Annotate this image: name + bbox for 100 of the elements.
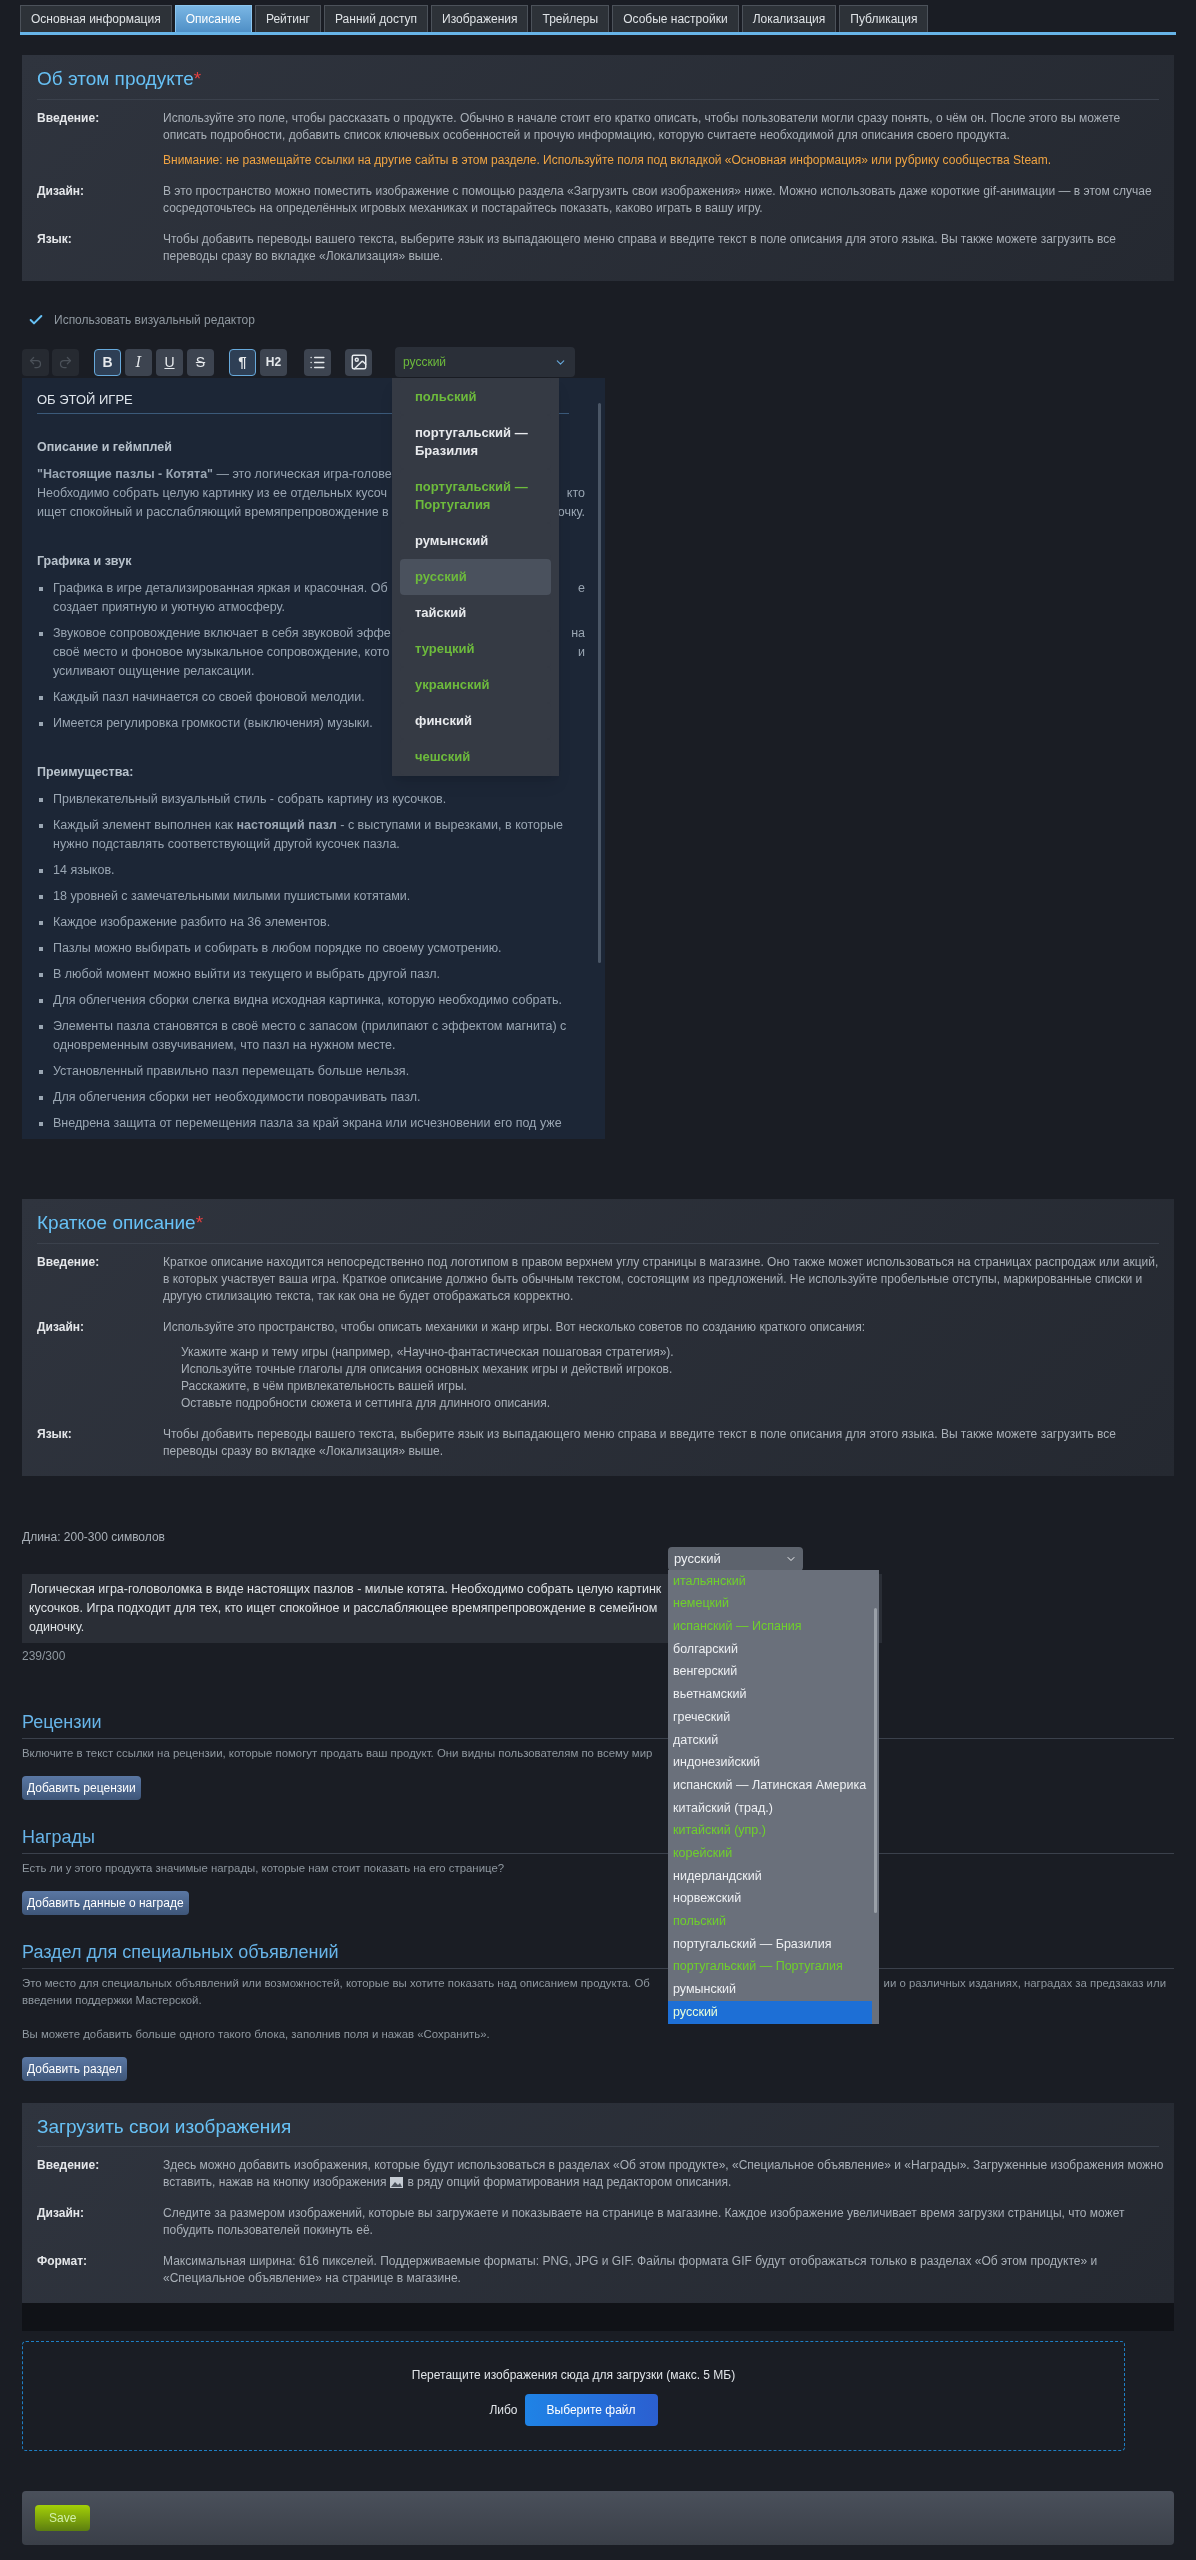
redo-icon bbox=[58, 354, 73, 370]
format-button[interactable]: S bbox=[187, 348, 214, 376]
add-button[interactable]: Добавить рецензии bbox=[22, 1775, 141, 1800]
editor-subheading: Графика и звук bbox=[37, 553, 132, 571]
row-label: Введение: bbox=[37, 109, 101, 127]
tip-text: Используйте точные глаголы для описания основных механик игры и действий игроков. bbox=[181, 1360, 673, 1378]
tab[interactable]: Изображения bbox=[431, 5, 529, 32]
language-option[interactable]: венгерский bbox=[668, 1660, 872, 1684]
add-button[interactable]: Добавить данные о награде bbox=[22, 1890, 189, 1915]
language-option[interactable]: греческий bbox=[668, 1705, 872, 1729]
panel-title: Об этом продукте bbox=[37, 67, 194, 91]
format-button[interactable]: U bbox=[156, 348, 183, 376]
paragraph-text: "Настоящие пазлы - Котята" — это логическая игра-голове bbox=[37, 466, 392, 484]
language-option[interactable]: польский bbox=[668, 1910, 872, 1933]
language-option[interactable]: болгарский bbox=[668, 1637, 872, 1661]
undo-icon bbox=[28, 354, 43, 370]
format-button[interactable]: B bbox=[94, 348, 121, 376]
paragraph-text: Каждое изображение разбито на 36 элементов. bbox=[53, 915, 331, 930]
bullet-icon bbox=[39, 798, 43, 803]
field-text: кусочков. Игра подходит для тех, кто ищет спокойное и расслабляющее времяпрепровождение в семейном bbox=[29, 1599, 658, 1617]
paragraph-text: создает приятную и уютную атмосферу. bbox=[53, 599, 286, 617]
tab[interactable]: Публикация bbox=[839, 5, 929, 32]
language-option[interactable]: итальянский bbox=[668, 1569, 872, 1593]
language-option[interactable]: немецкий bbox=[668, 1592, 872, 1616]
paragraph-text: 18 уровней с замечательными милыми пушистыми котятами. bbox=[53, 889, 411, 904]
bullet-icon bbox=[39, 947, 43, 952]
character-counter: 239/300 bbox=[22, 1647, 66, 1665]
tip-text: Расскажите, в чём привлекательность вашей игры. bbox=[181, 1377, 467, 1395]
tab[interactable]: Описание bbox=[174, 5, 252, 32]
block-format-button[interactable]: ¶ bbox=[229, 348, 256, 376]
row-label: Дизайн: bbox=[37, 1318, 86, 1336]
paragraph-text: е bbox=[578, 580, 585, 598]
language-option[interactable]: вьетнамский bbox=[668, 1683, 872, 1706]
tip-text: Укажите жанр и тему игры (например, «Научно-фантастическая пошаговая стратегия»). bbox=[181, 1343, 674, 1361]
row-text: Используйте это пространство, чтобы описать механики и жанр игры. Вот несколько советов по созданию краткого описания: bbox=[163, 1318, 867, 1336]
tab[interactable]: Особые настройки bbox=[612, 5, 739, 32]
list-button[interactable] bbox=[304, 348, 331, 376]
image-button[interactable] bbox=[345, 348, 372, 376]
upload-hint: Перетащите изображения сюда для загрузки (макс. 5 МБ) bbox=[411, 2367, 736, 2385]
paragraph-text: кто bbox=[566, 485, 585, 503]
language-option[interactable]: португальский — Бразилия bbox=[668, 1932, 872, 1956]
block-format-button[interactable]: H2 bbox=[260, 348, 287, 376]
checkbox-label: Использовать визуальный редактор bbox=[54, 311, 255, 329]
bullet-icon bbox=[39, 973, 43, 978]
tab[interactable]: Локализация bbox=[741, 5, 837, 32]
language-option[interactable]: китайский (трад.) bbox=[668, 1796, 872, 1820]
choose-file-button[interactable]: Выберите файл bbox=[524, 2394, 658, 2427]
language-option[interactable]: румынский bbox=[668, 1978, 872, 2001]
paragraph-text: Внедрена защита от перемещения пазла за край экрана или исчезновении его под уже bbox=[53, 1115, 562, 1133]
editor-heading: ОБ ЭТОЙ ИГРЕ bbox=[37, 391, 133, 407]
row-text: Используйте это поле, чтобы рассказать о продукте. Обычно в начале стоит его кратко описать, чтобы пользователи могли сразу понять, о чём он. После этого вы можете описать подробности, добавить список ключевых особенностей и прочую информацию, которую считаете необходимой для описания своего продукта. bbox=[163, 109, 1122, 144]
row-label: Дизайн: bbox=[37, 182, 86, 200]
paragraph-text: на bbox=[571, 625, 585, 643]
paragraph-text: Звуковое сопровождение включает в себя звуковой эффе bbox=[53, 625, 391, 643]
paragraph-text: своё место и фоновое музыкальное сопровождение, кото bbox=[53, 644, 390, 662]
row-text: Чтобы добавить переводы вашего текста, выберите язык из выпадающего меню справа и введите текст в поле описания для этого языка. Вы также можете загрузить все переводы сразу во вкладке «Локализация» выше. bbox=[163, 230, 1117, 265]
language-option[interactable]: русский bbox=[668, 2000, 872, 2024]
required-mark: * bbox=[193, 67, 202, 91]
bullet-icon bbox=[39, 1096, 43, 1101]
paragraph-text: В любой момент можно выйти из текущего и выбрать другой пазл. bbox=[53, 967, 441, 982]
paragraph-text: Вы можете добавить больше одного такого блока, заполнив поля и нажав «Сохранить». bbox=[22, 2026, 490, 2042]
language-option[interactable]: русский bbox=[400, 558, 551, 595]
paragraph-text: очку. bbox=[557, 504, 585, 522]
row-text: Следите за размером изображений, которые вы загружаете и показываете на странице в магазине. Каждое изображение увеличивает время загрузки страницы, что может побудить пользователей покинуть её. bbox=[163, 2205, 1126, 2240]
bullet-icon bbox=[39, 1070, 43, 1075]
paragraph-text: Каждый пазл начинается со своей фоновой мелодии. bbox=[53, 690, 365, 705]
row-text: Здесь можно добавить изображения, которые будут использоваться в разделах «Об этом продукте», «Специальное объявление» и «Награды». Загруженные изображения можно bbox=[163, 2157, 1164, 2175]
row-label: Введение: bbox=[37, 2157, 101, 2175]
row-label: Язык: bbox=[37, 1425, 73, 1443]
language-option[interactable]: индонезийский bbox=[668, 1751, 872, 1774]
section-title: Награды bbox=[22, 1826, 96, 1847]
language-select[interactable]: русский bbox=[668, 1546, 803, 1571]
row-text: вставить, нажав на кнопку изображения bbox=[163, 2174, 387, 2192]
language-option[interactable]: нидерландский bbox=[668, 1864, 872, 1888]
bullet-icon bbox=[39, 632, 43, 637]
language-option[interactable]: норвежский bbox=[668, 1887, 872, 1911]
paragraph-text: Это место для специальных объявлений или возможностей, которые вы хотите показать над описанием продукта. Об bbox=[22, 1975, 650, 1991]
scrollbar[interactable] bbox=[874, 1607, 877, 1913]
language-option[interactable]: испанский — Латинская Америка bbox=[668, 1773, 872, 1797]
add-button[interactable]: Добавить раздел bbox=[22, 2056, 128, 2081]
row-label: Язык: bbox=[37, 230, 73, 248]
or-text: Либо bbox=[489, 2402, 518, 2420]
language-option[interactable]: датский bbox=[668, 1728, 872, 1752]
language-option[interactable]: испанский — Испания bbox=[668, 1615, 872, 1638]
tab[interactable]: Рейтинг bbox=[254, 5, 321, 32]
format-button[interactable]: I bbox=[125, 348, 152, 376]
panel-title: Краткое описание bbox=[37, 1211, 196, 1236]
language-select[interactable]: русский bbox=[395, 347, 575, 377]
paragraph-text: введении поддержки Мастерской. bbox=[22, 1992, 202, 2008]
tab[interactable]: Трейлеры bbox=[531, 5, 610, 32]
row-text: в ряду опций форматирования над редактором описания. bbox=[407, 2174, 732, 2192]
bullet-icon bbox=[39, 895, 43, 900]
tab[interactable]: Ранний доступ bbox=[324, 5, 429, 32]
upload-dropzone[interactable]: Перетащите изображения сюда для загрузки (макс. 5 МБ) Либо Выберите файл bbox=[22, 2341, 1125, 2452]
language-option[interactable]: португальский — Португалия bbox=[668, 1955, 872, 1979]
scrollbar[interactable] bbox=[598, 402, 601, 963]
tab[interactable]: Основная информация bbox=[20, 5, 172, 32]
paragraph-text: ищет спокойный и расслабляющий времяпрепровождение в bbox=[37, 504, 389, 522]
language-option[interactable]: китайский (упр.) bbox=[668, 1819, 872, 1842]
language-option[interactable]: корейский bbox=[668, 1842, 872, 1865]
